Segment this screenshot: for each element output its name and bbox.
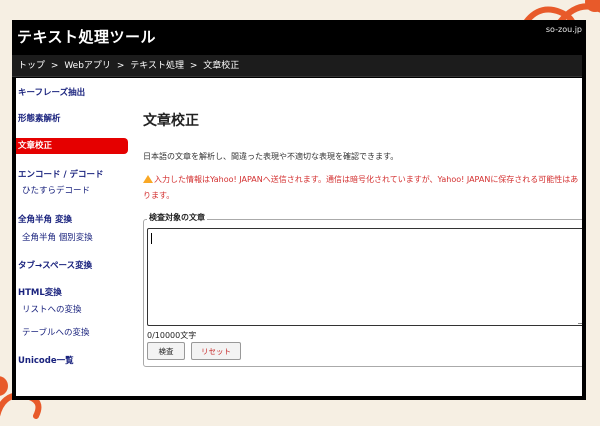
page-description: 日本語の文章を解析し、間違った表現や不適切な表現を確認できます。 [143, 152, 399, 161]
breadcrumb-separator: > [50, 61, 59, 71]
breadcrumb-text-processing[interactable]: テキスト処理 [130, 61, 184, 71]
sidebar-item-zenkaku[interactable]: 全角半角 変換 [18, 213, 72, 225]
sidebar-item-html-list[interactable]: リストへの変換 [22, 303, 82, 315]
site-header: テキスト処理ツール so-zou.jp [12, 20, 586, 55]
page-title: 文章校正 [143, 113, 199, 129]
reset-button[interactable]: リセット [191, 342, 241, 360]
site-title[interactable]: テキスト処理ツール [17, 26, 156, 47]
breadcrumb-current: 文章校正 [203, 61, 240, 71]
fieldset-legend: 検査対象の文章 [147, 212, 207, 223]
page-content: キーフレーズ抽出 形態素解析 文章校正 エンコード / デコード ひたすらデコー… [16, 78, 582, 396]
sidebar-item-zenkaku-individual[interactable]: 全角半角 個別変換 [22, 231, 93, 243]
sidebar-item-unicode[interactable]: Unicode一覧 [18, 354, 74, 366]
breadcrumb-top[interactable]: トップ [18, 61, 45, 71]
sidebar-item-decode[interactable]: ひたすらデコード [22, 184, 90, 196]
breadcrumb-separator: > [116, 61, 125, 71]
sidebar-item-encode[interactable]: エンコード / デコード [18, 168, 104, 180]
breadcrumb: トップ > Webアプリ > テキスト処理 > 文章校正 [12, 55, 582, 77]
sidebar-item-morpheme[interactable]: 形態素解析 [18, 112, 61, 124]
character-counter: 0/10000文字 [147, 331, 197, 340]
sidebar-item-keyphrase[interactable]: キーフレーズ抽出 [18, 86, 85, 98]
main-panel: 文章校正 日本語の文章を解析し、間違った表現や不適切な表現を確認できます。 入力… [131, 78, 582, 396]
sidebar-item-tab-space[interactable]: タブ→スペース変換 [18, 259, 92, 271]
breadcrumb-webapp[interactable]: Webアプリ [64, 61, 111, 71]
check-button[interactable]: 検査 [147, 342, 185, 360]
sidebar-item-html-table[interactable]: テーブルへの変換 [22, 326, 90, 338]
site-domain[interactable]: so-zou.jp [546, 25, 582, 34]
breadcrumb-separator: > [189, 61, 198, 71]
warning-text: 入力した情報はYahoo! JAPANへ送信されます。通信は暗号化されていますが… [143, 175, 579, 200]
text-caret [151, 233, 152, 244]
sidebar: キーフレーズ抽出 形態素解析 文章校正 エンコード / デコード ひたすらデコー… [16, 78, 128, 396]
sidebar-item-proofreading[interactable]: 文章校正 [16, 138, 128, 154]
resize-handle-icon[interactable] [578, 317, 582, 324]
privacy-warning: 入力した情報はYahoo! JAPANへ送信されます。通信は暗号化されていますが… [143, 172, 582, 204]
app-window: テキスト処理ツール so-zou.jp トップ > Webアプリ > テキスト処… [12, 20, 586, 400]
target-text-input[interactable] [147, 228, 582, 326]
sidebar-item-html[interactable]: HTML変換 [18, 286, 62, 298]
warning-icon [143, 175, 153, 183]
